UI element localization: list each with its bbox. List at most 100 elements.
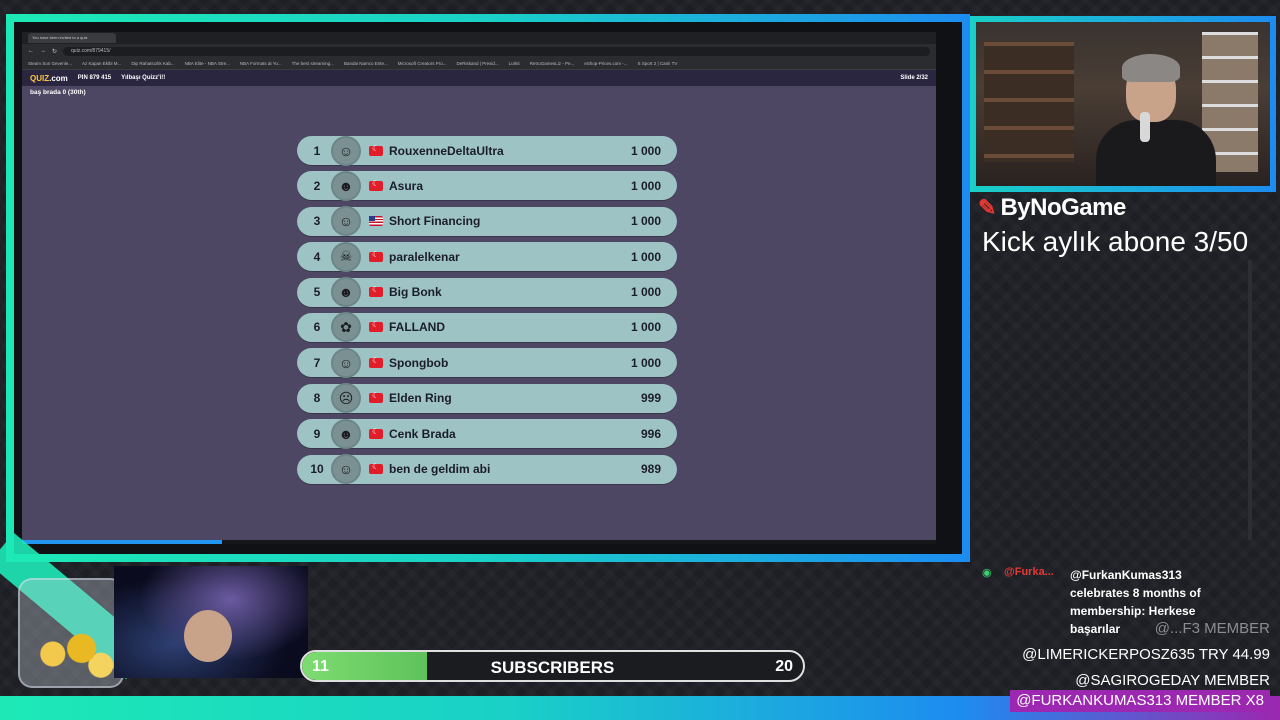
streamer-beanie [1122,54,1180,82]
bookmark-item[interactable]: eShop-Prices.com -... [584,61,627,66]
subscriber-goal-bar: 11 SUBSCRIBERS 20 [300,650,805,682]
browser-tab[interactable]: You have been invited to a quiz [28,33,116,43]
rank-number: 6 [313,320,321,335]
leaderboard-row: 10 ☺ ben de geldim abi 989 [297,454,677,485]
us-flag-icon [369,216,383,227]
bookmark-item[interactable]: RetroGamesLiz - Pe... [530,61,575,66]
leaderboard-row: 8 ☹ Elden Ring 999 [297,383,677,414]
turkey-flag-icon [369,427,383,439]
player-avatar-icon: ✿ [331,312,361,343]
bookmark-item[interactable]: Bandai Namco Ente... [344,61,388,66]
turkey-flag-icon [369,285,383,298]
reload-icon[interactable]: ↻ [52,48,57,55]
bookmark-item[interactable]: Microsoft Creators Pro... [398,61,447,66]
turkey-flag-icon [369,391,383,404]
player-name: paralelkenar [389,249,460,264]
turkey-flag-icon [369,462,383,475]
slide-progress [22,540,936,544]
player-score: 996 [640,426,661,441]
event-item: @LIMERICKERPOSZ635 TRY 44.99 [1022,646,1270,663]
player-score: 1 000 [630,214,661,229]
url-field[interactable]: quiz.com/879415/ [63,46,930,56]
player-name: ben de geldim abi [389,462,491,477]
sponsor-brand: ✎ ByNoGame [978,194,1126,222]
bookmark-item[interactable]: NBA Elite - NBA Stre... [185,61,230,66]
chat-username: @Furka... [1004,566,1054,578]
sub-goal-target: 20 [775,658,793,675]
bookmark-item[interactable]: S Sport 2 | Canlı TV [637,61,677,66]
rank-number: 4 [313,249,321,264]
bookmark-item[interactable]: Lurkit [509,61,520,66]
player-score: 989 [640,462,661,477]
quiz-pin: PIN 879 415 [77,75,112,81]
bookmark-item[interactable]: Dip Rahatsızlık Kab... [131,61,174,66]
leaderboard-row: 1 ☺ RouxenneDeltaUltra 1 000 [297,135,677,166]
quiz-header: QUIZ.com PIN 879 415 Yılbaşı Quizz'i!! S… [22,70,936,86]
turkey-flag-icon [369,179,383,191]
forward-icon[interactable]: → [40,48,46,54]
player-name: Asura [389,178,424,193]
browser-window: You have been invited to a quiz ← → ↻ qu… [22,32,936,540]
webcam-feed [976,22,1270,186]
player-avatar-icon: ☺ [331,347,361,378]
bookmark-item[interactable]: DeRiskand | Presid... [456,61,498,66]
quiz-logo[interactable]: QUIZ.com [30,74,68,83]
leaderboard-row: 2 ☻ Asura 1 000 [297,170,677,201]
streamer-body [1096,120,1216,186]
rank-number: 7 [313,355,321,370]
youtube-icon: ◉ [982,567,992,579]
player-avatar-icon: ☻ [331,170,361,201]
back-icon[interactable]: ← [28,48,34,54]
player-name: Spongbob [389,355,449,370]
rank-number: 1 [313,143,321,158]
current-player-score: baş brada 0 (30th) [30,89,86,96]
bookmark-item[interactable]: The best streaming... [292,61,334,66]
bookshelf [984,42,1074,162]
webcam-frame [970,16,1276,192]
player-name: Elden Ring [389,391,452,406]
coins-icon [24,626,120,682]
player-name: FALLAND [389,320,445,335]
event-feed-bottom: @FURKANKUMAS313 MEMBER X8 [1010,690,1270,712]
player-score: 1 000 [630,178,661,193]
player-score: 1 000 [630,285,661,300]
player-avatar-icon: ☠ [331,241,361,272]
player-name: Short Financing [389,214,481,229]
bookmark-item[interactable]: Steam Son Gevenle... [28,61,72,66]
sub-goal-label: SUBSCRIBERS [490,658,615,677]
event-item-latest-bottom: @FURKANKUMAS313 MEMBER X8 [1010,690,1270,712]
turkey-flag-icon [369,144,383,156]
rank-number: 8 [313,391,321,406]
leaderboard-row: 6 ✿ FALLAND 1 000 [297,312,677,343]
rank-number: 9 [313,426,321,441]
tip-jar [0,532,152,696]
player-score: 1 000 [630,355,661,370]
rank-number: 10 [310,462,324,477]
leaderboard: 1 ☺ RouxenneDeltaUltra 1 000 2 ☻ Asura 1 000 3 ☺ S… [297,135,677,490]
rank-number: 3 [313,214,321,229]
browser-tabbar: You have been invited to a quiz [22,32,936,44]
turkey-flag-icon [369,356,383,368]
bookmark-item[interactable]: Az Kapan Ekibi M... [82,61,121,66]
player-score: 1 000 [630,249,661,264]
leaderboard-row: 9 ☻ Cenk Brada 996 [297,418,677,449]
leaderboard-row: 7 ☺ Spongbob 1 000 [297,347,677,378]
player-avatar-icon: ☻ [331,277,361,308]
brand-name: ByNoGame [1000,194,1126,221]
event-item: @...F3 MEMBER [1154,620,1270,637]
player-avatar-icon: ☻ [331,418,361,449]
player-name: Big Bonk [389,285,442,300]
player-score: 1 000 [630,320,661,335]
bookmark-item[interactable]: NBA Formats at Yo... [240,61,282,66]
slide-counter: Slide 2/32 [900,75,928,81]
leaderboard-row: 4 ☠ paralelkenar 1 000 [297,241,677,272]
rank-number: 5 [313,285,321,300]
leaderboard-row: 3 ☺ Short Financing 1 000 [297,206,677,237]
slide-progress-fill [22,540,222,544]
galaxy-cam [114,566,308,678]
bynogame-logo-icon: ✎ [978,195,997,220]
microphone [1140,112,1150,142]
address-bar: ← → ↻ quiz.com/879415/ [22,44,936,58]
player-avatar-icon: ☺ [331,135,361,166]
player-name: Cenk Brada [389,426,456,441]
